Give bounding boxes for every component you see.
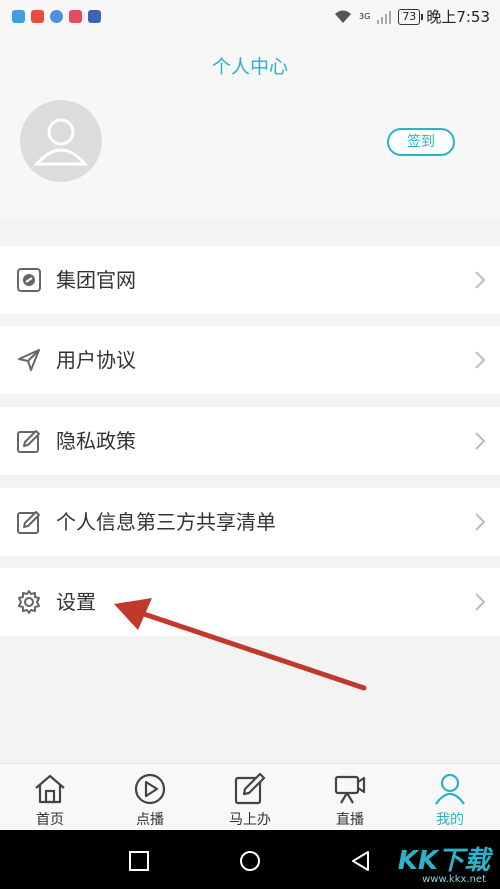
menu-item-label: 用户协议: [56, 348, 136, 372]
nav-label: 直播: [336, 812, 364, 828]
system-nav-bar: KK下载 www.kkx.net: [0, 830, 500, 889]
pen-icon: [234, 772, 266, 805]
nav-label: 马上办: [229, 812, 271, 828]
menu-item-settings[interactable]: 设置: [0, 568, 500, 636]
nav-label: 我的: [436, 812, 464, 828]
nav-label: 首页: [36, 812, 64, 828]
app-notification-icon: [88, 10, 101, 23]
page-title: 个人中心: [211, 56, 288, 78]
app-notification-icon: [12, 10, 25, 23]
default-avatar-icon: [33, 118, 89, 166]
website-icon: [17, 268, 41, 292]
app-notification-icon: [50, 10, 63, 23]
clock: 晚上7:53: [426, 8, 490, 26]
menu-item-label: 集团官网: [56, 268, 136, 292]
edit-icon: [17, 511, 40, 534]
nav-tab-live[interactable]: 直播: [300, 764, 400, 831]
nav-label: 点播: [136, 812, 164, 828]
user-icon: [435, 773, 465, 805]
profile-header: 个人中心 签到: [0, 36, 500, 220]
app-notification-icon: [31, 10, 44, 23]
signin-button[interactable]: 签到: [387, 128, 455, 156]
menu-item-website[interactable]: 集团官网: [0, 246, 500, 314]
menu-item-label: 个人信息第三方共享清单: [56, 510, 276, 534]
battery-indicator: 73: [398, 8, 424, 25]
watermark-logo: KK下载: [397, 846, 490, 876]
menu-item-third-party-sharing[interactable]: 个人信息第三方共享清单: [0, 488, 500, 556]
recent-apps-icon[interactable]: [128, 850, 150, 872]
nav-tab-vod[interactable]: 点播: [100, 764, 200, 831]
menu-item-label: 隐私政策: [56, 429, 136, 453]
chevron-right-icon: [475, 432, 486, 450]
watermark-url: www.kkx.net: [422, 874, 486, 885]
send-icon: [18, 349, 40, 371]
chevron-right-icon: [475, 513, 486, 531]
app-notification-icon: [69, 10, 82, 23]
menu-item-user-agreement[interactable]: 用户协议: [0, 326, 500, 394]
avatar[interactable]: [20, 100, 102, 182]
network-type: 3G: [359, 12, 371, 21]
notification-icons: [12, 10, 101, 23]
signal-icon: [377, 10, 392, 24]
chevron-right-icon: [475, 271, 486, 289]
nav-tab-home[interactable]: 首页: [0, 764, 100, 831]
menu-item-label: 设置: [56, 590, 96, 614]
home-icon: [35, 774, 65, 804]
camera-icon: [334, 775, 366, 804]
play-icon: [134, 773, 166, 805]
home-button-icon[interactable]: [239, 850, 261, 872]
chevron-right-icon: [475, 593, 486, 611]
nav-tab-mine[interactable]: 我的: [400, 764, 500, 831]
chevron-right-icon: [475, 351, 486, 369]
status-bar: 3G 73 晚上7:53: [0, 0, 500, 36]
nav-tab-services[interactable]: 马上办: [200, 764, 300, 831]
wifi-icon: [335, 10, 352, 23]
back-button-icon[interactable]: [350, 850, 372, 872]
bottom-nav: 首页 点播 马上办 直播 我的: [0, 763, 500, 830]
menu-item-privacy-policy[interactable]: 隐私政策: [0, 407, 500, 475]
gear-icon: [18, 590, 40, 614]
edit-icon: [17, 430, 40, 453]
